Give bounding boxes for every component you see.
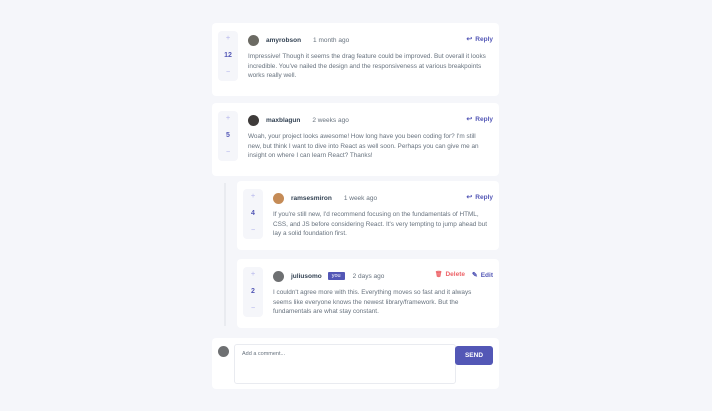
reply-icon: ↩ [466,36,473,43]
delete-label: Delete [445,271,465,278]
comment-input[interactable]: Add a comment... [234,344,456,384]
reply-icon: ↩ [466,194,473,201]
score-widget: + 2 − [243,267,263,317]
comment-composer: Add a comment... SEND [212,338,499,389]
reply-label: Reply [475,193,493,201]
comment-header: ramsesmiron 1 week ago [273,192,377,204]
downvote-icon[interactable]: − [251,305,255,313]
reply-label: Reply [475,35,493,43]
avatar [248,34,259,46]
comment-text: I couldn't agree more with this. Everyth… [273,289,472,315]
score-widget: + 4 − [243,189,263,239]
username[interactable]: juliusomo [291,273,322,280]
comment-text: Woah, your project looks awesome! How lo… [248,133,479,159]
reply-button[interactable]: ↩ Reply [466,115,493,124]
downvote-icon[interactable]: − [251,227,255,235]
score-widget: + 5 − [218,111,238,161]
timestamp: 2 days ago [352,272,385,280]
comment-card: + 5 − maxblagun 2 weeks ago ↩ Reply Woah… [212,103,499,176]
trash-icon: 🗑 [434,272,443,278]
reply-button[interactable]: ↩ Reply [466,35,493,44]
reply-thread-line [224,183,226,326]
comment-card: + 12 − amyrobson 1 month ago ↩ Reply Imp… [212,23,499,96]
reply-label: Reply [475,115,493,123]
you-badge: you [327,272,345,280]
score-value: 12 [224,52,232,59]
upvote-icon[interactable]: + [226,35,230,43]
score-widget: + 12 − [218,31,238,81]
upvote-icon[interactable]: + [251,271,255,279]
comment-text: If you're still new, I'd recommend focus… [273,211,488,237]
timestamp: 2 weeks ago [312,116,349,124]
pencil-icon: ✎ [471,272,478,279]
upvote-icon[interactable]: + [226,115,230,123]
avatar [273,270,284,282]
edit-button[interactable]: ✎ Edit [471,271,493,280]
edit-label: Edit [480,271,493,279]
score-value: 2 [251,288,255,295]
comment-header: maxblagun 2 weeks ago [248,114,349,126]
delete-button[interactable]: 🗑 Delete [435,271,465,278]
comment-header: juliusomo you 2 days ago [273,270,384,282]
timestamp: 1 month ago [313,36,350,44]
reply-card: + 2 − juliusomo you 2 days ago 🗑 Delete … [237,259,499,328]
reply-icon: ↩ [466,116,473,123]
comment-header: amyrobson 1 month ago [248,34,349,46]
avatar [273,192,284,204]
avatar [248,114,259,126]
downvote-icon[interactable]: − [226,149,230,157]
avatar [218,346,229,357]
reply-card: + 4 − ramsesmiron 1 week ago ↩ Reply If … [237,181,499,250]
username[interactable]: maxblagun [266,117,300,124]
upvote-icon[interactable]: + [251,193,255,201]
timestamp: 1 week ago [343,194,378,202]
score-value: 5 [226,132,230,139]
comment-text: Impressive! Though it seems the drag fea… [248,53,486,79]
downvote-icon[interactable]: − [226,69,230,77]
username[interactable]: amyrobson [266,37,301,44]
send-button[interactable]: SEND [455,346,493,365]
score-value: 4 [251,210,255,217]
reply-button[interactable]: ↩ Reply [466,193,493,202]
username[interactable]: ramsesmiron [291,195,332,202]
